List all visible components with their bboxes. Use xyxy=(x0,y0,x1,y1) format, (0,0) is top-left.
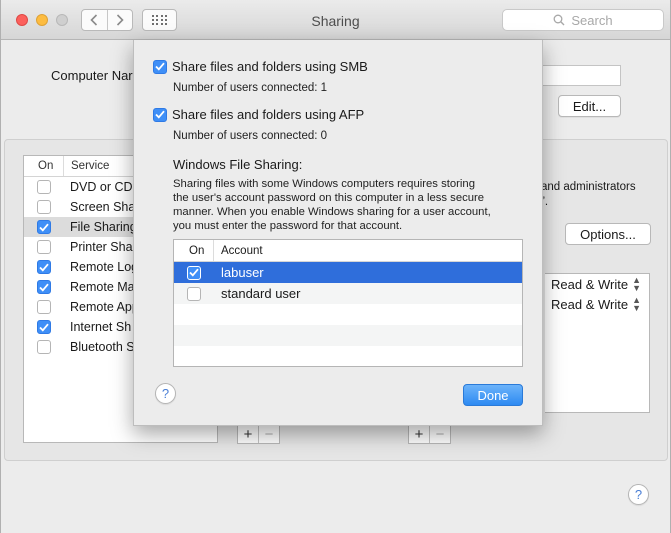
service-checkbox[interactable] xyxy=(37,280,51,294)
account-checkbox-cell xyxy=(174,286,214,301)
checkmark-icon xyxy=(39,263,49,272)
file-sharing-options-sheet: Share files and folders using SMB Number… xyxy=(133,40,543,426)
afp-label: Share files and folders using AFP xyxy=(172,107,365,122)
service-name: Bluetooth S xyxy=(70,340,135,354)
empty-row xyxy=(174,304,522,325)
permission-row[interactable]: Read & Write ▲ ▼ xyxy=(545,294,649,314)
service-name: Remote Ma xyxy=(70,280,135,294)
add-user-button[interactable]: + xyxy=(238,425,258,443)
up-down-arrows-icon: ▲ ▼ xyxy=(632,295,641,313)
permissions-list: Read & Write ▲ ▼ Read & Write ▲ ▼ xyxy=(545,273,650,413)
remove-user-button[interactable]: − xyxy=(258,425,279,443)
service-checkbox-cell xyxy=(24,220,64,234)
afp-checkbox[interactable] xyxy=(153,107,167,122)
help-button[interactable]: ? xyxy=(628,484,649,505)
service-checkbox[interactable] xyxy=(37,200,51,214)
edit-button[interactable]: Edit... xyxy=(558,95,621,117)
service-name: DVD or CD xyxy=(70,180,133,194)
service-name: Screen Sha xyxy=(70,200,136,214)
description-line: Sharing files with some Windows computer… xyxy=(173,178,475,190)
service-checkbox[interactable] xyxy=(37,180,51,194)
windows-file-sharing-description: Sharing files with some Windows computer… xyxy=(173,177,518,233)
description-line: you must enter the password for that acc… xyxy=(173,220,403,232)
service-checkbox[interactable] xyxy=(37,340,51,354)
title-bar: Sharing Search xyxy=(1,0,670,40)
service-checkbox-cell xyxy=(24,260,64,274)
service-description-line: and administrators xyxy=(541,181,636,193)
column-service[interactable]: Service xyxy=(64,160,109,172)
column-on[interactable]: On xyxy=(24,156,64,176)
checkmark-icon xyxy=(39,323,49,332)
service-description-line: ”. xyxy=(541,196,549,208)
service-checkbox[interactable] xyxy=(37,260,51,274)
accounts-table: On Account labuser standard user xyxy=(173,239,523,367)
empty-row xyxy=(174,325,522,346)
options-button[interactable]: Options... xyxy=(565,223,651,245)
service-name: Remote Log xyxy=(70,260,139,274)
done-button[interactable]: Done xyxy=(463,384,523,406)
service-checkbox[interactable] xyxy=(37,300,51,314)
permission-value: Read & Write xyxy=(551,276,629,292)
service-description: and administrators ”. xyxy=(541,180,671,210)
account-row[interactable]: standard user xyxy=(174,283,522,304)
service-name: Remote App xyxy=(70,300,139,314)
service-checkbox-cell xyxy=(24,340,64,354)
service-checkbox-cell xyxy=(24,180,64,194)
service-name: Printer Sha xyxy=(70,240,133,254)
description-line: the user's account password on this comp… xyxy=(173,192,485,204)
checkmark-icon xyxy=(39,223,49,232)
service-checkbox-cell xyxy=(24,280,64,294)
service-checkbox[interactable] xyxy=(37,320,51,334)
account-checkbox-cell xyxy=(174,265,214,280)
afp-users-connected: Number of users connected: 0 xyxy=(173,130,328,142)
folder-add-remove-buttons: + − xyxy=(408,424,451,444)
smb-option[interactable]: Share files and folders using SMB xyxy=(153,59,368,74)
add-folder-button[interactable]: + xyxy=(409,425,429,443)
checkmark-icon xyxy=(39,283,49,292)
user-add-remove-buttons: + − xyxy=(237,424,280,444)
sharing-window: Sharing Search Computer Nar Edit... On S… xyxy=(0,0,671,533)
checkmark-icon xyxy=(155,110,165,119)
column-account[interactable]: Account xyxy=(214,245,263,257)
up-down-arrows-icon: ▲ ▼ xyxy=(632,275,641,293)
service-checkbox-cell xyxy=(24,240,64,254)
search-field[interactable]: Search xyxy=(502,9,664,31)
computer-name-label: Computer Nar xyxy=(51,68,133,83)
afp-option[interactable]: Share files and folders using AFP xyxy=(153,107,364,122)
permission-row[interactable]: Read & Write ▲ ▼ xyxy=(545,274,649,294)
search-icon xyxy=(553,14,565,26)
computer-name-field[interactable] xyxy=(531,65,621,86)
account-name: standard user xyxy=(221,286,301,301)
accounts-table-header: On Account xyxy=(174,240,522,262)
sheet-help-button[interactable]: ? xyxy=(155,383,176,404)
service-name: File Sharing xyxy=(70,220,137,234)
service-checkbox[interactable] xyxy=(37,240,51,254)
smb-label: Share files and folders using SMB xyxy=(172,59,368,74)
description-line: manner. When you enable Windows sharing … xyxy=(173,206,491,218)
service-checkbox-cell xyxy=(24,320,64,334)
smb-checkbox[interactable] xyxy=(153,59,167,74)
checkmark-icon xyxy=(189,268,199,277)
service-name: Internet Sh xyxy=(70,320,132,334)
account-row[interactable]: labuser xyxy=(174,262,522,283)
service-checkbox-cell xyxy=(24,200,64,214)
permission-value: Read & Write xyxy=(551,296,629,312)
empty-row xyxy=(174,346,522,366)
account-checkbox[interactable] xyxy=(187,286,201,301)
account-checkbox[interactable] xyxy=(187,265,201,280)
account-name: labuser xyxy=(221,265,264,280)
column-on[interactable]: On xyxy=(174,240,214,261)
remove-folder-button[interactable]: − xyxy=(429,425,450,443)
search-placeholder: Search xyxy=(571,12,613,28)
windows-file-sharing-heading: Windows File Sharing: xyxy=(173,157,303,172)
checkmark-icon xyxy=(155,62,165,71)
service-checkbox-cell xyxy=(24,300,64,314)
service-checkbox[interactable] xyxy=(37,220,51,234)
smb-users-connected: Number of users connected: 1 xyxy=(173,82,328,94)
